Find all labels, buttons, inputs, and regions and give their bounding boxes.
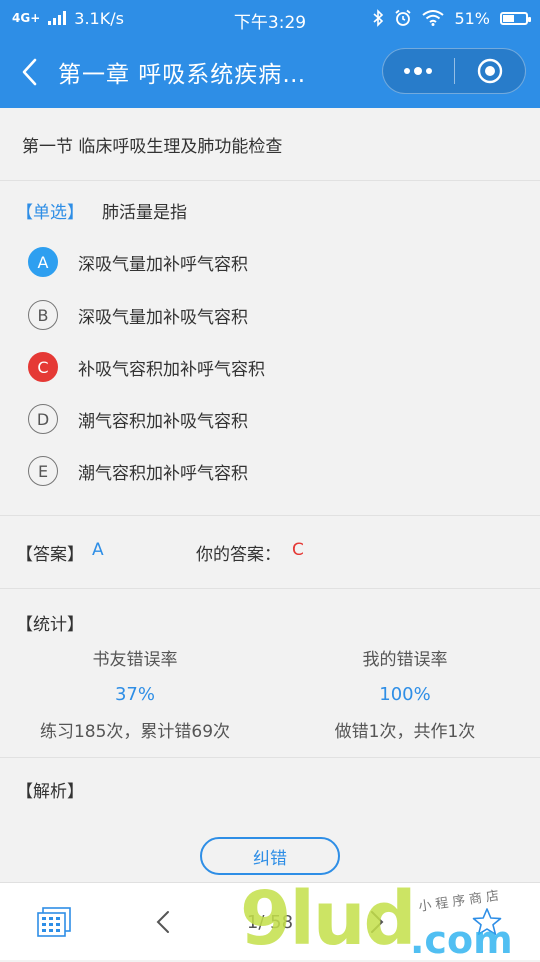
option-a[interactable]: A 深吸气量加补呼气容积 <box>28 247 248 277</box>
alarm-icon <box>395 9 412 26</box>
my-error-rate: 100% <box>379 684 431 705</box>
chevron-left-icon <box>22 58 37 86</box>
question-card-button[interactable] <box>24 883 84 961</box>
back-button[interactable] <box>0 36 58 108</box>
mini-program-capsule <box>382 48 526 94</box>
bluetooth-icon <box>373 9 384 27</box>
previous-question-button[interactable] <box>138 883 188 961</box>
next-question-button[interactable] <box>352 883 402 961</box>
question-text: 肺活量是指 <box>102 203 187 223</box>
status-bar: 4G+ 3.1K/s 下午3:29 51% <box>0 0 540 36</box>
option-letter-badge: C <box>28 352 58 382</box>
option-d[interactable]: D 潮气容积加补吸气容积 <box>28 404 248 434</box>
star-icon <box>472 908 502 935</box>
option-b[interactable]: B 深吸气量加补吸气容积 <box>28 300 248 330</box>
option-e[interactable]: E 潮气容积加补呼气容积 <box>28 456 248 486</box>
section-title: 第一节 临床呼吸生理及肺功能检查 <box>0 108 540 180</box>
more-dots-icon <box>404 67 433 75</box>
chevron-right-icon <box>371 911 384 933</box>
friends-error-detail: 练习185次，累计错69次 <box>39 722 231 742</box>
battery-fill <box>503 14 514 22</box>
question-type-tag: 【单选】 <box>16 203 84 223</box>
question-header: 【单选】 肺活量是指 <box>16 198 187 223</box>
option-letter-badge: E <box>28 456 58 486</box>
battery-percent: 51% <box>454 8 490 28</box>
page-title: 第一章 呼吸系统疾病… <box>58 62 307 88</box>
close-mini-program-button[interactable] <box>455 49 526 93</box>
bottom-bar: 1/ 58 <box>0 882 540 960</box>
my-error-label: 我的错误率 <box>362 650 448 670</box>
option-text: 潮气容积加补吸气容积 <box>78 411 248 432</box>
option-letter-badge: B <box>28 300 58 330</box>
wifi-icon <box>422 10 445 26</box>
favorite-button[interactable] <box>462 883 512 961</box>
page-indicator: 1/ 58 <box>246 911 294 933</box>
option-letter-badge: A <box>28 247 58 277</box>
friends-error-label: 书友错误率 <box>92 650 178 670</box>
answer-label: 【答案】 <box>16 545 84 565</box>
option-text: 潮气容积加补呼气容积 <box>78 463 248 484</box>
option-letter-badge: D <box>28 404 58 434</box>
grid-card-icon <box>37 907 71 937</box>
target-circle-icon <box>477 58 502 84</box>
battery-icon <box>500 11 531 25</box>
nav-bar: 第一章 呼吸系统疾病… <box>0 36 540 108</box>
more-button[interactable] <box>383 49 454 93</box>
report-error-button[interactable]: 纠错 <box>200 837 340 875</box>
user-answer-label: 你的答案： <box>196 545 281 565</box>
user-answer: C <box>292 540 304 560</box>
divider <box>0 515 540 516</box>
signal-icon <box>48 11 67 25</box>
friends-error-stats: 书友错误率 37% 练习185次，累计错69次 <box>0 645 270 742</box>
option-text: 补吸气容积加补呼气容积 <box>78 359 265 380</box>
network-speed: 3.1K/s <box>74 8 124 28</box>
network-type: 4G+ <box>12 11 41 25</box>
analysis-title: 【解析】 <box>16 782 84 802</box>
divider <box>0 180 540 181</box>
my-error-detail: 做错1次，共作1次 <box>334 722 476 742</box>
option-text: 深吸气量加补吸气容积 <box>78 307 248 328</box>
option-text: 深吸气量加补呼气容积 <box>78 254 248 275</box>
my-error-stats: 我的错误率 100% 做错1次，共作1次 <box>270 645 540 742</box>
divider <box>0 757 540 758</box>
friends-error-rate: 37% <box>114 684 155 705</box>
option-c[interactable]: C 补吸气容积加补呼气容积 <box>28 352 265 382</box>
chevron-left-icon <box>156 911 169 933</box>
correct-answer: A <box>92 540 104 560</box>
divider <box>0 588 540 589</box>
stats-title: 【统计】 <box>16 615 84 635</box>
